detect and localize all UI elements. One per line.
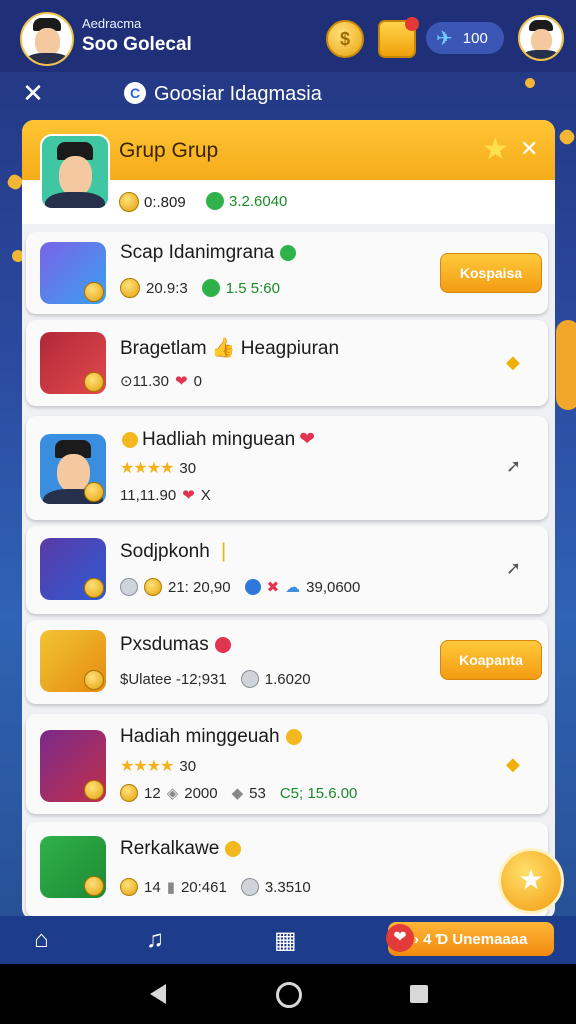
- coin-icon: [120, 878, 138, 896]
- shield-icon: ◈: [166, 785, 179, 802]
- list-item[interactable]: Hadliah minguean ❤ ★★★★ 30 11,11.90 ❤ X ➚: [26, 416, 548, 520]
- clock-icon: [240, 878, 259, 896]
- badge-icon: [214, 636, 231, 653]
- coin-icon: [119, 192, 139, 212]
- star-icon[interactable]: ★: [482, 132, 509, 167]
- event-button[interactable]: ❤ › 4 Ɗ Unemaaaa: [386, 922, 554, 956]
- page-title: Goosiar Idagmasia: [154, 83, 322, 105]
- grid-icon[interactable]: ▦: [274, 926, 297, 955]
- list-item[interactable]: Sodjpkonh ❘ 21: 20,90 ✖ ☁ 39,0600 ➚: [26, 526, 548, 614]
- list-item[interactable]: Bragetlam 👍 Heagpiuran ⊙11.30 ❤ 0 ◆: [26, 320, 548, 406]
- event-label: › 4 Ɗ Unemaaaa: [414, 930, 528, 948]
- row-title: Scap Idanimgrana: [120, 242, 297, 264]
- badge-icon: [280, 244, 297, 261]
- favorite-star-button[interactable]: ★: [498, 848, 564, 914]
- group-stat-coins: 0:.809: [119, 192, 186, 212]
- row-title: Hadiah minggeuah: [120, 726, 302, 748]
- coin-icon: [225, 840, 242, 857]
- profile-avatar[interactable]: [518, 15, 564, 61]
- coin-icon[interactable]: $: [326, 20, 364, 58]
- group-stat-gems: 3.2.6040: [206, 192, 287, 210]
- chat-bubble-icon: [201, 279, 220, 297]
- background-decoration: [556, 320, 576, 410]
- home-icon[interactable]: ⌂: [34, 926, 49, 954]
- chat-icon: C: [124, 82, 146, 104]
- claim-button[interactable]: Koapanta: [440, 640, 542, 680]
- heart-icon: ✖: [266, 579, 280, 596]
- coin-icon: [120, 278, 140, 298]
- gift-box-icon: [40, 630, 106, 692]
- diamond-icon: ◆: [231, 785, 244, 802]
- claim-button[interactable]: Kospaisa: [440, 253, 542, 293]
- row-title: Sodjpkonh ❘: [120, 541, 232, 562]
- chevron-right-icon[interactable]: ➚: [506, 558, 521, 579]
- coin-icon: [144, 578, 162, 596]
- treasure-chest-icon: [40, 242, 106, 304]
- rewards-panel: Grup Grup ★ ✕ 0:.809 3.2.6040 Scap Idani…: [22, 120, 555, 920]
- row-title: Pxsdumas: [120, 634, 231, 656]
- row-title: Hadliah minguean ❤: [122, 428, 315, 451]
- chest-icon: [40, 538, 106, 600]
- back-icon[interactable]: [150, 984, 166, 1004]
- heart-icon: ❤: [182, 487, 195, 504]
- clock-icon: [120, 578, 138, 596]
- chevron-right-icon[interactable]: ◆: [506, 352, 520, 373]
- coin-icon: [122, 431, 138, 448]
- ticket-value: 100: [462, 29, 488, 47]
- background-decoration: [523, 76, 537, 90]
- character-avatar-icon: [40, 434, 106, 504]
- row-stats: $Ulatee -12;931 1.6020: [120, 670, 311, 688]
- star-rating-icon: ★★★★: [120, 758, 174, 775]
- list-item[interactable]: Hadiah minggeuah ★★★★ 30 12 ◈ 2000 ◆ 53 …: [26, 714, 548, 814]
- row-stats: 21: 20,90 ✖ ☁ 39,0600: [120, 578, 360, 596]
- heart-icon: ❤: [175, 373, 188, 390]
- paper-plane-icon: ✈: [436, 27, 453, 50]
- background-decoration: [557, 127, 576, 147]
- clock-icon: [240, 670, 259, 688]
- recent-apps-icon[interactable]: [410, 985, 428, 1003]
- list-item[interactable]: Pxsdumas $Ulatee -12;931 1.6020 Koapanta: [26, 620, 548, 704]
- chat-bubble-icon: [206, 192, 224, 210]
- row-stats: 11,11.90 ❤ X: [120, 486, 211, 505]
- list-item[interactable]: Scap Idanimgrana 20.9:3 1.5 5:60 Kospais…: [26, 232, 548, 314]
- cloud-icon: ☁: [285, 579, 301, 596]
- compass-icon: [244, 579, 261, 595]
- user-name: Soo Golecal: [82, 34, 192, 55]
- chevron-right-icon[interactable]: ➚: [506, 456, 521, 477]
- group-stat-1: 0:.809: [144, 193, 186, 211]
- gift-box-icon: [40, 332, 106, 394]
- chevron-right-icon[interactable]: ◆: [506, 754, 520, 775]
- home-circle-icon[interactable]: [276, 982, 302, 1008]
- row-title: Rerkalkawe: [120, 838, 242, 860]
- group-stat-2: 3.2.6040: [229, 192, 288, 210]
- coin-icon: [120, 784, 138, 802]
- list-item[interactable]: Rerkalkawe 14 ▮ 20:461 3.3510: [26, 822, 548, 918]
- music-icon[interactable]: ♫: [146, 926, 164, 954]
- user-avatar[interactable]: [20, 12, 74, 66]
- box-icon: ▮: [166, 879, 175, 896]
- row-stats: 20.9:3 1.5 5:60: [120, 278, 280, 298]
- user-subtitle: Aedracma: [82, 16, 142, 31]
- row-rating: ★★★★ 30: [120, 459, 197, 478]
- heart-icon: ❤: [386, 924, 414, 952]
- row-rating: ★★★★ 30: [120, 757, 197, 776]
- row-title: Bragetlam 👍 Heagpiuran: [120, 338, 340, 359]
- row-stats: ⊙11.30 ❤ 0: [120, 372, 202, 391]
- gift-icon[interactable]: [378, 17, 419, 58]
- ticket-counter[interactable]: ✈ 100: [426, 22, 504, 54]
- close-icon[interactable]: ✕: [520, 136, 538, 162]
- gift-box-icon: [40, 836, 106, 898]
- star-rating-icon: ★★★★: [120, 460, 174, 477]
- close-icon[interactable]: ✕: [20, 80, 46, 106]
- heart-icon: ❤: [299, 429, 316, 450]
- gift-box-icon: [40, 730, 106, 802]
- row-stats: 14 ▮ 20:461 3.3510: [120, 878, 311, 896]
- group-title: Grup Grup: [119, 139, 219, 162]
- coin-icon: [285, 728, 302, 745]
- group-avatar: [40, 134, 110, 210]
- notification-badge: [405, 17, 419, 31]
- row-stats: 12 ◈ 2000 ◆ 53 C5; 15.6.00: [120, 784, 357, 802]
